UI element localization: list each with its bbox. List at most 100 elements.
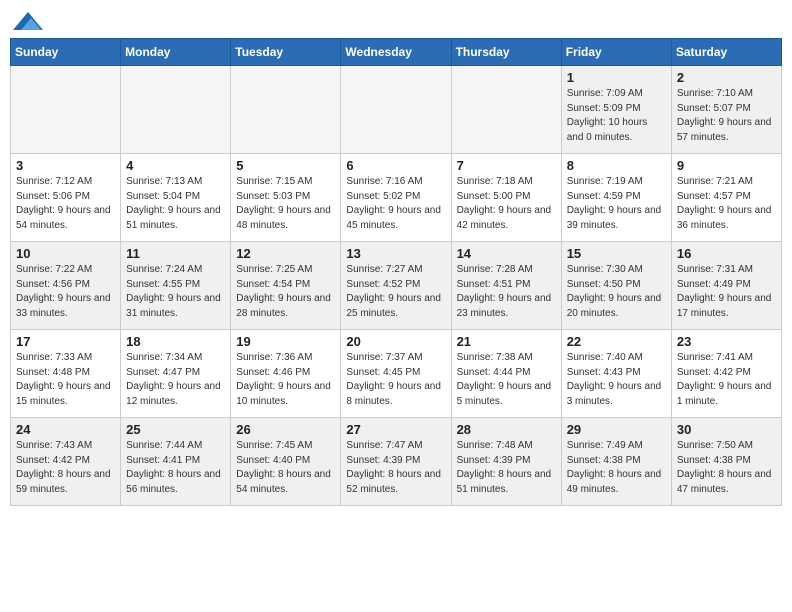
calendar-cell: 24 Sunrise: 7:43 AM Sunset: 4:42 PM Dayli… (11, 418, 121, 506)
day-info: Sunrise: 7:47 AM Sunset: 4:39 PM Dayligh… (346, 439, 445, 497)
day-info: Sunrise: 7:16 AM Sunset: 5:02 PM Dayligh… (346, 175, 445, 233)
day-info: Sunrise: 7:44 AM Sunset: 4:41 PM Dayligh… (126, 439, 225, 497)
day-number: 13 (346, 246, 445, 261)
calendar-cell: 21 Sunrise: 7:38 AM Sunset: 4:44 PM Dayli… (451, 330, 561, 418)
day-number: 24 (16, 422, 115, 437)
day-info: Sunrise: 7:19 AM Sunset: 4:59 PM Dayligh… (567, 175, 666, 233)
header-area (10, 10, 782, 30)
day-number: 3 (16, 158, 115, 173)
calendar-cell: 5 Sunrise: 7:15 AM Sunset: 5:03 PM Daylig… (231, 154, 341, 242)
day-info: Sunrise: 7:30 AM Sunset: 4:50 PM Dayligh… (567, 263, 666, 321)
day-number: 21 (457, 334, 556, 349)
day-info: Sunrise: 7:28 AM Sunset: 4:51 PM Dayligh… (457, 263, 556, 321)
calendar-cell: 8 Sunrise: 7:19 AM Sunset: 4:59 PM Daylig… (561, 154, 671, 242)
day-number: 30 (677, 422, 776, 437)
day-info: Sunrise: 7:31 AM Sunset: 4:49 PM Dayligh… (677, 263, 776, 321)
calendar-cell: 19 Sunrise: 7:36 AM Sunset: 4:46 PM Dayli… (231, 330, 341, 418)
calendar-cell: 7Sunrise: 7:18 AM Sunset: 5:00 PM Daylig… (451, 154, 561, 242)
day-number: 8 (567, 158, 666, 173)
day-number: 12 (236, 246, 335, 261)
day-number: 6 (346, 158, 445, 173)
day-number: 11 (126, 246, 225, 261)
calendar-cell: 23Sunrise: 7:41 AM Sunset: 4:42 PM Dayli… (671, 330, 781, 418)
day-number: 1 (567, 70, 666, 85)
day-number: 26 (236, 422, 335, 437)
calendar-cell: 14 Sunrise: 7:28 AM Sunset: 4:51 PM Dayli… (451, 242, 561, 330)
day-info: Sunrise: 7:50 AM Sunset: 4:38 PM Dayligh… (677, 439, 776, 497)
calendar-week-row: 17 Sunrise: 7:33 AM Sunset: 4:48 PM Dayli… (11, 330, 782, 418)
calendar-cell: 10 Sunrise: 7:22 AM Sunset: 4:56 PM Dayli… (11, 242, 121, 330)
calendar-cell: 27 Sunrise: 7:47 AM Sunset: 4:39 PM Dayli… (341, 418, 451, 506)
day-number: 18 (126, 334, 225, 349)
calendar-cell: 18 Sunrise: 7:34 AM Sunset: 4:47 PM Dayli… (121, 330, 231, 418)
calendar-cell (11, 66, 121, 154)
logo-icon (13, 12, 43, 30)
day-info: Sunrise: 7:24 AM Sunset: 4:55 PM Dayligh… (126, 263, 225, 321)
day-number: 5 (236, 158, 335, 173)
calendar-cell (121, 66, 231, 154)
calendar-cell: 26 Sunrise: 7:45 AM Sunset: 4:40 PM Dayli… (231, 418, 341, 506)
day-number: 14 (457, 246, 556, 261)
calendar-cell: 3 Sunrise: 7:12 AM Sunset: 5:06 PM Daylig… (11, 154, 121, 242)
day-number: 10 (16, 246, 115, 261)
weekday-header-sunday: Sunday (11, 39, 121, 66)
calendar-cell: 20Sunrise: 7:37 AM Sunset: 4:45 PM Dayli… (341, 330, 451, 418)
day-info: Sunrise: 7:15 AM Sunset: 5:03 PM Dayligh… (236, 175, 335, 233)
day-info: Sunrise: 7:33 AM Sunset: 4:48 PM Dayligh… (16, 351, 115, 409)
calendar-cell: 17 Sunrise: 7:33 AM Sunset: 4:48 PM Dayli… (11, 330, 121, 418)
weekday-header-saturday: Saturday (671, 39, 781, 66)
calendar-cell: 11 Sunrise: 7:24 AM Sunset: 4:55 PM Dayli… (121, 242, 231, 330)
weekday-header-wednesday: Wednesday (341, 39, 451, 66)
day-info: Sunrise: 7:22 AM Sunset: 4:56 PM Dayligh… (16, 263, 115, 321)
day-info: Sunrise: 7:13 AM Sunset: 5:04 PM Dayligh… (126, 175, 225, 233)
day-number: 29 (567, 422, 666, 437)
calendar-week-row: 3 Sunrise: 7:12 AM Sunset: 5:06 PM Daylig… (11, 154, 782, 242)
page-container: SundayMondayTuesdayWednesdayThursdayFrid… (0, 0, 792, 516)
day-info: Sunrise: 7:09 AM Sunset: 5:09 PM Dayligh… (567, 87, 666, 145)
calendar-cell: 29 Sunrise: 7:49 AM Sunset: 4:38 PM Dayli… (561, 418, 671, 506)
calendar-cell: 30 Sunrise: 7:50 AM Sunset: 4:38 PM Dayli… (671, 418, 781, 506)
day-number: 20 (346, 334, 445, 349)
calendar-cell: 1 Sunrise: 7:09 AM Sunset: 5:09 PM Daylig… (561, 66, 671, 154)
day-info: Sunrise: 7:21 AM Sunset: 4:57 PM Dayligh… (677, 175, 776, 233)
day-info: Sunrise: 7:45 AM Sunset: 4:40 PM Dayligh… (236, 439, 335, 497)
calendar-week-row: 24 Sunrise: 7:43 AM Sunset: 4:42 PM Dayli… (11, 418, 782, 506)
day-info: Sunrise: 7:38 AM Sunset: 4:44 PM Dayligh… (457, 351, 556, 409)
calendar-cell: 6 Sunrise: 7:16 AM Sunset: 5:02 PM Daylig… (341, 154, 451, 242)
day-number: 27 (346, 422, 445, 437)
calendar-cell (231, 66, 341, 154)
calendar-cell: 28Sunrise: 7:48 AM Sunset: 4:39 PM Dayli… (451, 418, 561, 506)
day-number: 2 (677, 70, 776, 85)
day-info: Sunrise: 7:12 AM Sunset: 5:06 PM Dayligh… (16, 175, 115, 233)
calendar-cell (341, 66, 451, 154)
day-number: 23 (677, 334, 776, 349)
day-number: 16 (677, 246, 776, 261)
weekday-header-tuesday: Tuesday (231, 39, 341, 66)
day-info: Sunrise: 7:49 AM Sunset: 4:38 PM Dayligh… (567, 439, 666, 497)
weekday-header-monday: Monday (121, 39, 231, 66)
day-info: Sunrise: 7:48 AM Sunset: 4:39 PM Dayligh… (457, 439, 556, 497)
calendar-cell (451, 66, 561, 154)
day-info: Sunrise: 7:36 AM Sunset: 4:46 PM Dayligh… (236, 351, 335, 409)
calendar-cell: 9 Sunrise: 7:21 AM Sunset: 4:57 PM Daylig… (671, 154, 781, 242)
calendar-week-row: 10 Sunrise: 7:22 AM Sunset: 4:56 PM Dayli… (11, 242, 782, 330)
day-number: 19 (236, 334, 335, 349)
day-info: Sunrise: 7:34 AM Sunset: 4:47 PM Dayligh… (126, 351, 225, 409)
weekday-header-friday: Friday (561, 39, 671, 66)
day-number: 7 (457, 158, 556, 173)
calendar-cell: 12Sunrise: 7:25 AM Sunset: 4:54 PM Dayli… (231, 242, 341, 330)
day-number: 15 (567, 246, 666, 261)
day-number: 9 (677, 158, 776, 173)
calendar-cell: 16 Sunrise: 7:31 AM Sunset: 4:49 PM Dayli… (671, 242, 781, 330)
day-info: Sunrise: 7:43 AM Sunset: 4:42 PM Dayligh… (16, 439, 115, 497)
calendar-cell: 13Sunrise: 7:27 AM Sunset: 4:52 PM Dayli… (341, 242, 451, 330)
weekday-header-thursday: Thursday (451, 39, 561, 66)
calendar-cell: 2 Sunrise: 7:10 AM Sunset: 5:07 PM Daylig… (671, 66, 781, 154)
day-number: 17 (16, 334, 115, 349)
calendar-week-row: 1 Sunrise: 7:09 AM Sunset: 5:09 PM Daylig… (11, 66, 782, 154)
logo (10, 14, 43, 30)
day-info: Sunrise: 7:40 AM Sunset: 4:43 PM Dayligh… (567, 351, 666, 409)
calendar-cell: 25Sunrise: 7:44 AM Sunset: 4:41 PM Dayli… (121, 418, 231, 506)
day-info: Sunrise: 7:10 AM Sunset: 5:07 PM Dayligh… (677, 87, 776, 145)
weekday-header-row: SundayMondayTuesdayWednesdayThursdayFrid… (11, 39, 782, 66)
